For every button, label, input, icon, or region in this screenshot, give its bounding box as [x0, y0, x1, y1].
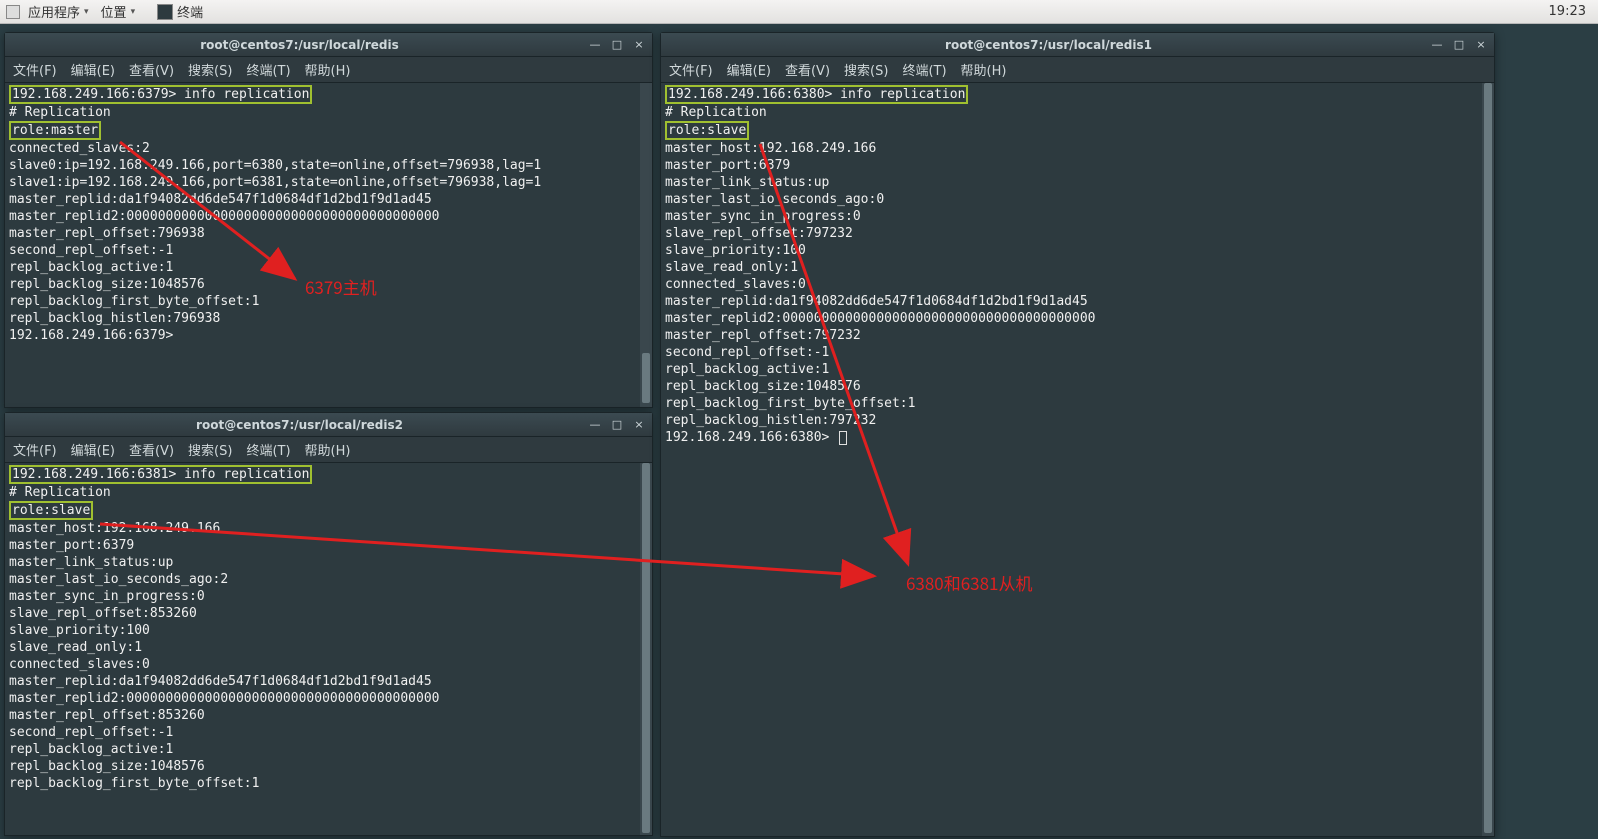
- menu-edit[interactable]: 编辑(E): [71, 440, 115, 459]
- desktop-top-panel: 应用程序 ▾ 位置 ▾ 终端 19:23: [0, 0, 1598, 24]
- menu-search[interactable]: 搜索(S): [188, 60, 232, 79]
- menubar: 文件(F) 编辑(E) 查看(V) 搜索(S) 终端(T) 帮助(H): [661, 57, 1494, 83]
- menu-edit[interactable]: 编辑(E): [727, 60, 771, 79]
- task-label: 终端: [177, 2, 203, 21]
- menu-file[interactable]: 文件(F): [13, 440, 57, 459]
- menu-search[interactable]: 搜索(S): [188, 440, 232, 459]
- output-rest: master_host:192.168.249.166 master_port:…: [665, 141, 1095, 428]
- titlebar[interactable]: root@centos7:/usr/local/redis — □ ×: [5, 33, 652, 57]
- close-button[interactable]: ×: [1474, 38, 1488, 52]
- places-label: 位置: [101, 2, 127, 21]
- close-button[interactable]: ×: [632, 418, 646, 432]
- taskbar-terminal[interactable]: 终端: [151, 2, 209, 21]
- menu-search[interactable]: 搜索(S): [844, 60, 888, 79]
- chevron-down-icon: ▾: [84, 7, 89, 17]
- applications-menu[interactable]: 应用程序 ▾: [22, 2, 95, 21]
- terminal-window-redis-slave-6380[interactable]: root@centos7:/usr/local/redis1 — □ × 文件(…: [660, 32, 1495, 837]
- menu-terminal[interactable]: 终端(T): [246, 60, 290, 79]
- window-title: root@centos7:/usr/local/redis1: [667, 38, 1430, 52]
- maximize-button[interactable]: □: [610, 38, 624, 52]
- terminal-body[interactable]: 192.168.249.166:6380> info replication #…: [661, 83, 1494, 836]
- menu-view[interactable]: 查看(V): [129, 60, 174, 79]
- annotation-master: 6379主机: [305, 274, 377, 299]
- role-highlight: role:master: [9, 121, 101, 140]
- menu-file[interactable]: 文件(F): [669, 60, 713, 79]
- cursor-icon: [839, 431, 847, 445]
- terminal-body[interactable]: 192.168.249.166:6381> info replication #…: [5, 463, 652, 835]
- annotation-slaves: 6380和6381从机: [906, 570, 1032, 595]
- menu-edit[interactable]: 编辑(E): [71, 60, 115, 79]
- terminal-body[interactable]: 192.168.249.166:6379> info replication #…: [5, 83, 652, 407]
- scrollbar-thumb[interactable]: [642, 463, 650, 833]
- menu-view[interactable]: 查看(V): [129, 440, 174, 459]
- applications-label: 应用程序: [28, 2, 80, 21]
- terminal-window-redis-master[interactable]: root@centos7:/usr/local/redis — □ × 文件(F…: [4, 32, 653, 408]
- close-button[interactable]: ×: [632, 38, 646, 52]
- scrollbar-thumb[interactable]: [642, 353, 650, 403]
- apps-icon: [6, 5, 20, 19]
- clock: 19:23: [1549, 4, 1592, 19]
- output-line: # Replication: [9, 105, 111, 120]
- prompt-highlight: 192.168.249.166:6381> info replication: [9, 465, 312, 484]
- prompt-highlight: 192.168.249.166:6380> info replication: [665, 85, 968, 104]
- output-rest: connected_slaves:2 slave0:ip=192.168.249…: [9, 141, 541, 343]
- scrollbar-thumb[interactable]: [1484, 83, 1492, 833]
- menu-help[interactable]: 帮助(H): [961, 60, 1007, 79]
- menu-view[interactable]: 查看(V): [785, 60, 830, 79]
- menubar: 文件(F) 编辑(E) 查看(V) 搜索(S) 终端(T) 帮助(H): [5, 437, 652, 463]
- places-menu[interactable]: 位置 ▾: [95, 2, 142, 21]
- output-rest: master_host:192.168.249.166 master_port:…: [9, 521, 439, 791]
- menu-terminal[interactable]: 终端(T): [246, 440, 290, 459]
- menu-file[interactable]: 文件(F): [13, 60, 57, 79]
- terminal-icon: [157, 4, 173, 20]
- window-title: root@centos7:/usr/local/redis2: [11, 418, 588, 432]
- role-highlight: role:slave: [665, 121, 749, 140]
- output-line: # Replication: [9, 485, 111, 500]
- menu-terminal[interactable]: 终端(T): [902, 60, 946, 79]
- minimize-button[interactable]: —: [588, 418, 602, 432]
- scrollbar[interactable]: [640, 463, 652, 835]
- minimize-button[interactable]: —: [1430, 38, 1444, 52]
- role-highlight: role:slave: [9, 501, 93, 520]
- menubar: 文件(F) 编辑(E) 查看(V) 搜索(S) 终端(T) 帮助(H): [5, 57, 652, 83]
- menu-help[interactable]: 帮助(H): [305, 440, 351, 459]
- maximize-button[interactable]: □: [610, 418, 624, 432]
- prompt-highlight: 192.168.249.166:6379> info replication: [9, 85, 312, 104]
- scrollbar[interactable]: [640, 83, 652, 407]
- workspace: root@centos7:/usr/local/redis — □ × 文件(F…: [0, 24, 1598, 839]
- scrollbar[interactable]: [1482, 83, 1494, 836]
- final-prompt: 192.168.249.166:6380>: [665, 430, 837, 445]
- maximize-button[interactable]: □: [1452, 38, 1466, 52]
- minimize-button[interactable]: —: [588, 38, 602, 52]
- titlebar[interactable]: root@centos7:/usr/local/redis2 — □ ×: [5, 413, 652, 437]
- menu-help[interactable]: 帮助(H): [305, 60, 351, 79]
- chevron-down-icon: ▾: [131, 7, 136, 17]
- output-line: # Replication: [665, 105, 767, 120]
- titlebar[interactable]: root@centos7:/usr/local/redis1 — □ ×: [661, 33, 1494, 57]
- terminal-window-redis-slave-6381[interactable]: root@centos7:/usr/local/redis2 — □ × 文件(…: [4, 412, 653, 836]
- window-title: root@centos7:/usr/local/redis: [11, 38, 588, 52]
